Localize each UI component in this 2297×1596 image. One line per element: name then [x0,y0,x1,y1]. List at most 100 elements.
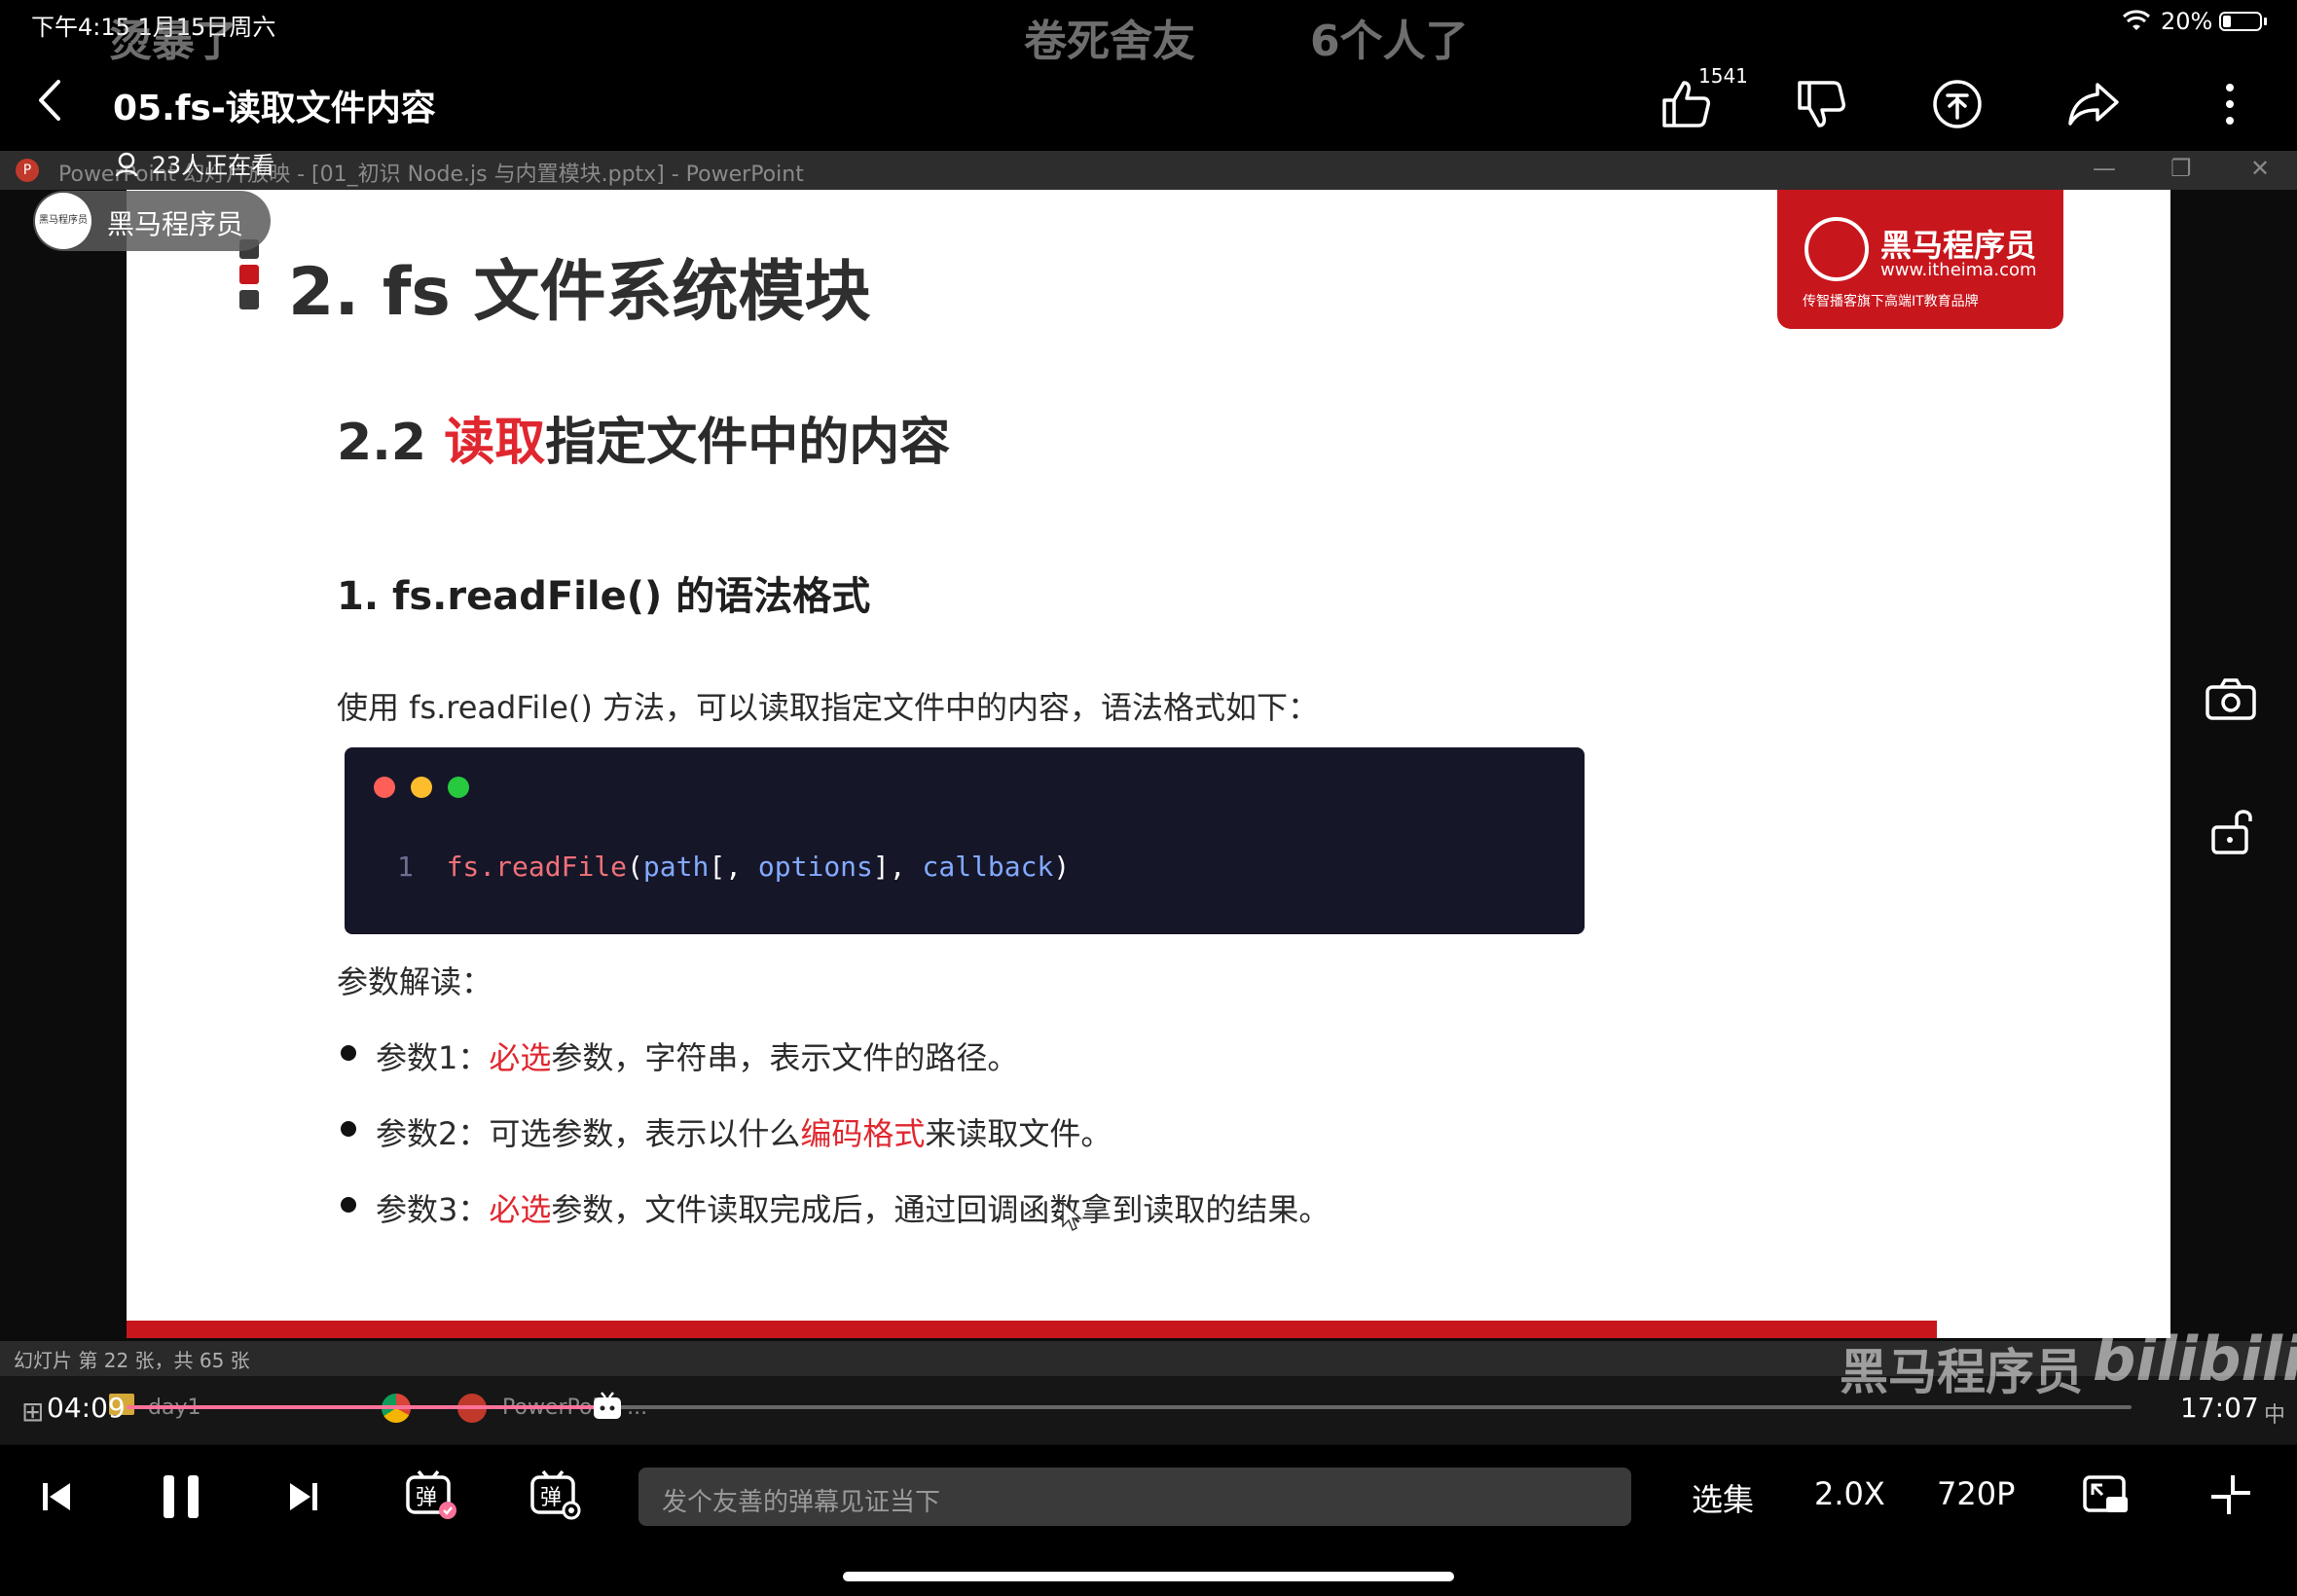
param-bullet: 参数3：必选参数，文件读取完成后，通过回调函数拿到读取的结果。 [376,1191,1331,1228]
param-bullet: 参数2：可选参数，表示以什么编码格式来读取文件。 [376,1115,1112,1152]
green-dot-icon [448,777,469,798]
more-button[interactable] [2196,70,2264,138]
more-vertical-icon [2226,84,2234,125]
svg-text:弹: 弹 [540,1486,562,1510]
code-line: 1 fs.readFile(path[, options], callback) [397,851,1070,883]
coin-button[interactable] [1923,70,1991,138]
thumbs-down-icon [1798,81,1845,127]
windows-start-icon: ⊞ [21,1396,45,1428]
video-title: 05.fs-读取文件内容 [113,89,436,128]
progress-played [127,1405,608,1409]
tv-thumb-icon [594,1392,622,1419]
episodes-button[interactable]: 选集 [1692,1475,1754,1520]
horse-logo-icon [1805,217,1869,281]
restore-icon: ❐ [2170,155,2192,182]
lock-button[interactable] [2209,806,2256,860]
progress-thumb[interactable] [590,1390,625,1425]
battery-icon [2219,12,2262,31]
share-icon [2068,83,2119,126]
brand-url: www.itheima.com [1880,260,2037,280]
title-square [239,290,259,309]
slide-title: 2. fs 文件系统模块 [288,254,871,331]
code-param: path [642,851,710,883]
ppt-titlebar: P PowerPoint 幻灯片放映 - [01_初识 Node.js 与内置模… [0,151,2297,190]
red-dot-icon [374,777,395,798]
channel-name: 黑马程序员 [107,208,244,240]
slide-counter: 幻灯片 第 22 张，共 65 张 [14,1349,250,1372]
danmaku-comment: 6个人了 [1310,17,1469,66]
danmaku-on-icon: 弹 [406,1469,456,1519]
brand-watermark: 黑马程序员 [1840,1344,2083,1400]
wifi-icon [2122,10,2151,39]
bullet-dot-icon [341,1197,356,1213]
danmaku-comment: 烫暴了 [109,17,237,66]
danmaku-settings-icon: 弹 [530,1469,581,1520]
viewers-text: 23人正在看 [151,152,275,179]
code-bracket: [, [709,851,758,883]
back-button[interactable] [35,78,74,127]
danmaku-comment: 卷死舍友 [1024,17,1195,66]
current-time: 04:09 [47,1392,126,1424]
channel-badge[interactable]: 黑马程序员 黑马程序员 [33,191,271,251]
title-square [239,265,259,284]
param-title: 参数解读： [337,963,493,1000]
pip-button[interactable] [2081,1471,2132,1522]
brand-tagline: 传智播客旗下高端IT教育品牌 [1803,294,1979,309]
danmaku-settings-button[interactable]: 弹 [528,1468,582,1526]
close-icon: ✕ [2250,155,2271,182]
like-count: 1541 [1698,64,1748,88]
pause-button[interactable] [160,1471,202,1526]
exit-fullscreen-button[interactable] [2207,1471,2254,1522]
battery-tip [2264,18,2267,25]
bullet-dot-icon [341,1045,356,1061]
code-function: fs.readFile [446,851,628,883]
yellow-dot-icon [411,777,432,798]
powerpoint-icon: P [16,159,39,182]
minimize-icon: — [2093,155,2116,182]
intro-text: 使用 fs.readFile() 方法，可以读取指定文件中的内容，语法格式如下： [337,689,1320,726]
picture-in-picture-icon [2083,1475,2128,1512]
dislike-button[interactable] [1787,70,1855,138]
exit-fullscreen-icon [2211,1475,2250,1514]
section-highlight: 读取 [444,414,546,472]
danmaku-input[interactable]: 发个友善的弹幕见证当下 [638,1468,1631,1526]
pause-icon [164,1475,199,1518]
screenshot-button[interactable] [2204,675,2258,726]
brand-logo: 黑马程序员 www.itheima.com 传智播客旗下高端IT教育品牌 [1777,190,2063,329]
section-number: 2.2 [337,414,445,472]
speed-button[interactable]: 2.0X [1814,1475,1885,1512]
line-number: 1 [397,851,414,883]
section-rest: 指定文件中的内容 [545,414,951,472]
quality-button[interactable]: 720P [1937,1475,2015,1512]
param-bullet: 参数1：必选参数，字符串，表示文件的路径。 [376,1039,1019,1076]
svg-text:弹: 弹 [416,1486,437,1510]
slide-footer-bar [127,1321,1937,1338]
unlock-icon [2211,810,2252,854]
skip-next-icon [290,1483,317,1510]
ime-indicator: 中 [2264,1403,2286,1428]
code-param: callback [922,851,1054,883]
next-button[interactable] [286,1477,321,1520]
battery-percent: 20% [2161,8,2213,35]
duration-time: 17:07 [2180,1392,2259,1424]
mouse-cursor-icon [1061,1201,1082,1236]
channel-avatar: 黑马程序员 [35,193,91,249]
home-indicator[interactable] [843,1572,1454,1581]
camera-icon [2206,678,2256,720]
section-heading: 2.2 读取指定文件中的内容 [337,401,950,474]
danmaku-placeholder: 发个友善的弹幕见证当下 [662,1488,941,1517]
code-paren: ) [1053,851,1071,883]
coin-icon [1933,80,1982,128]
subsection-heading: 1. fs.readFile() 的语法格式 [337,574,871,619]
previous-button[interactable] [39,1477,74,1520]
bilibili-watermark: bilibili [2093,1324,2297,1395]
viewers-icon [115,152,138,177]
code-param: options [757,851,873,883]
code-bracket: ], [872,851,923,883]
code-paren: ( [627,851,643,883]
viewer-count: 23人正在看 [115,146,274,180]
code-block: 1 fs.readFile(path[, options], callback) [345,747,1585,934]
share-button[interactable] [2060,70,2128,138]
skip-previous-icon [43,1483,70,1510]
danmaku-toggle-button[interactable]: 弹 [403,1468,457,1526]
